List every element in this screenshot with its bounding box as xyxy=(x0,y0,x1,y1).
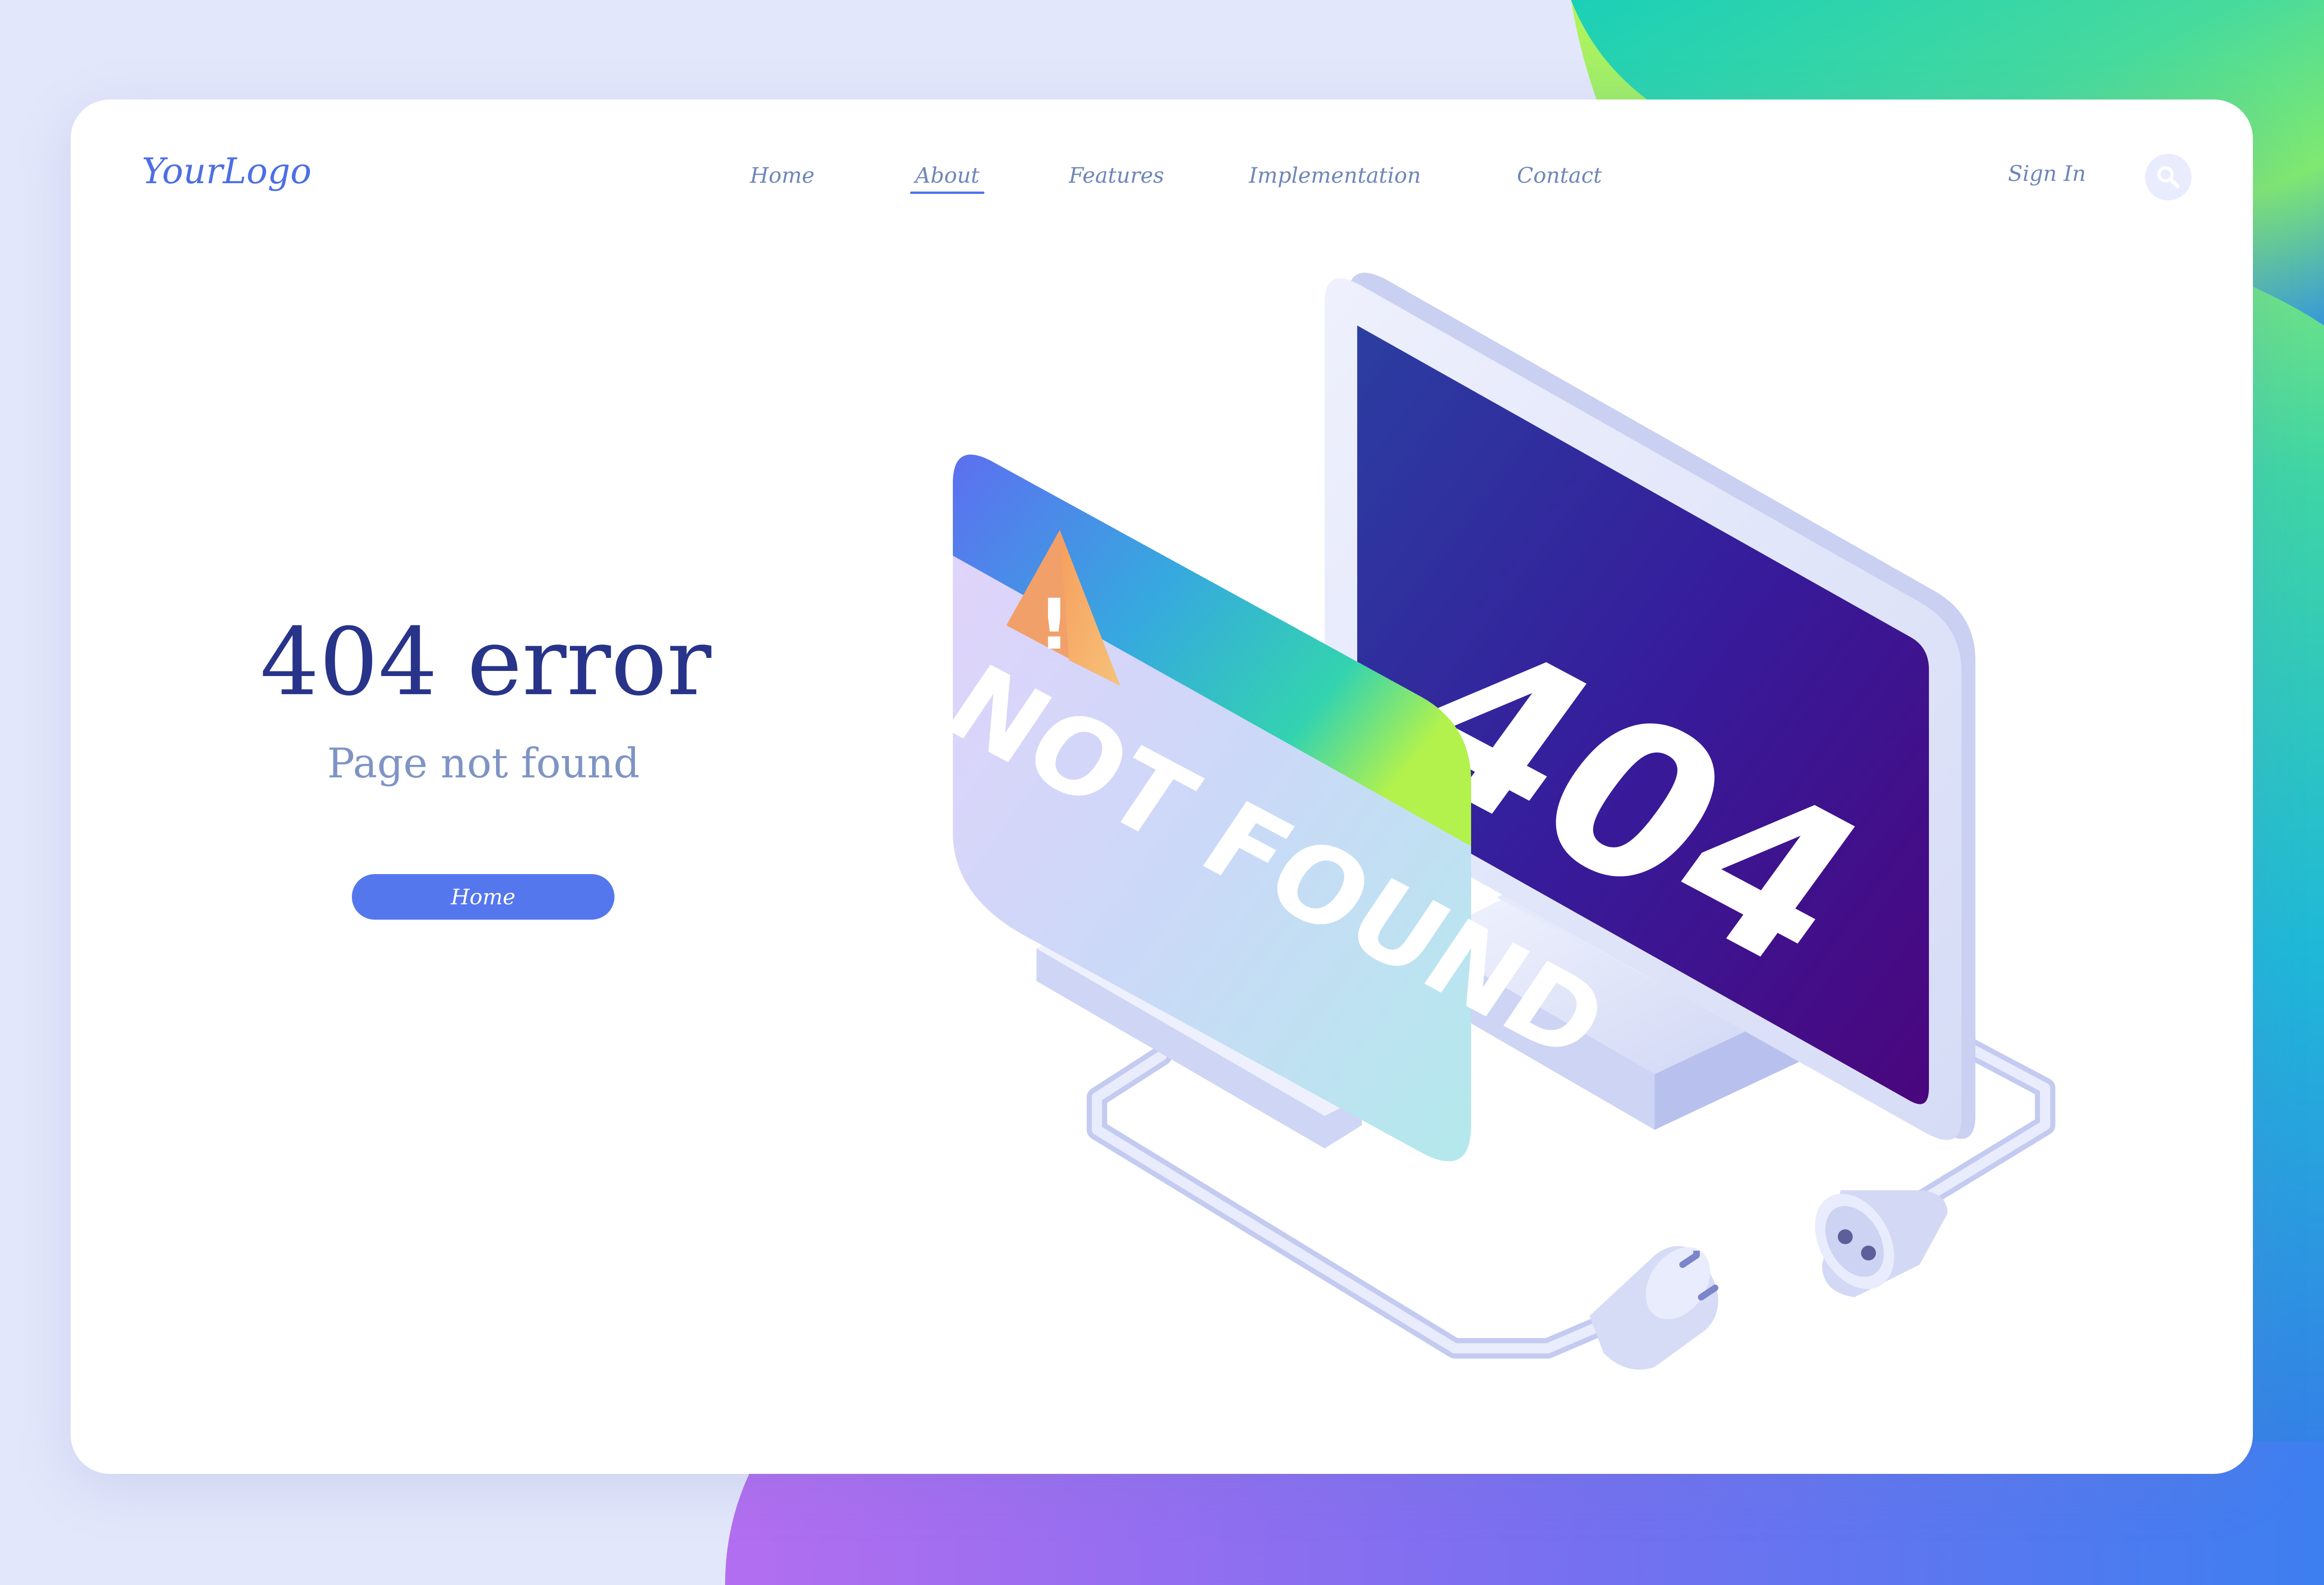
search-button[interactable] xyxy=(2145,154,2192,200)
error-title: 404 error xyxy=(260,608,712,716)
nav-link-implementation[interactable]: Implementation xyxy=(1249,163,1421,188)
search-icon xyxy=(2157,166,2179,188)
logo[interactable]: YourLogo xyxy=(142,150,311,192)
nav-link-features[interactable]: Features xyxy=(1069,163,1164,188)
sign-in-link[interactable]: Sign In xyxy=(2008,161,2086,186)
error-subtitle: Page not found xyxy=(327,739,640,787)
nav-active-indicator xyxy=(910,192,984,194)
nav-link-contact[interactable]: Contact xyxy=(1517,163,1602,188)
home-button[interactable]: Home xyxy=(352,874,614,920)
nav-link-home[interactable]: Home xyxy=(750,163,815,188)
nav-link-about[interactable]: About xyxy=(915,163,979,188)
